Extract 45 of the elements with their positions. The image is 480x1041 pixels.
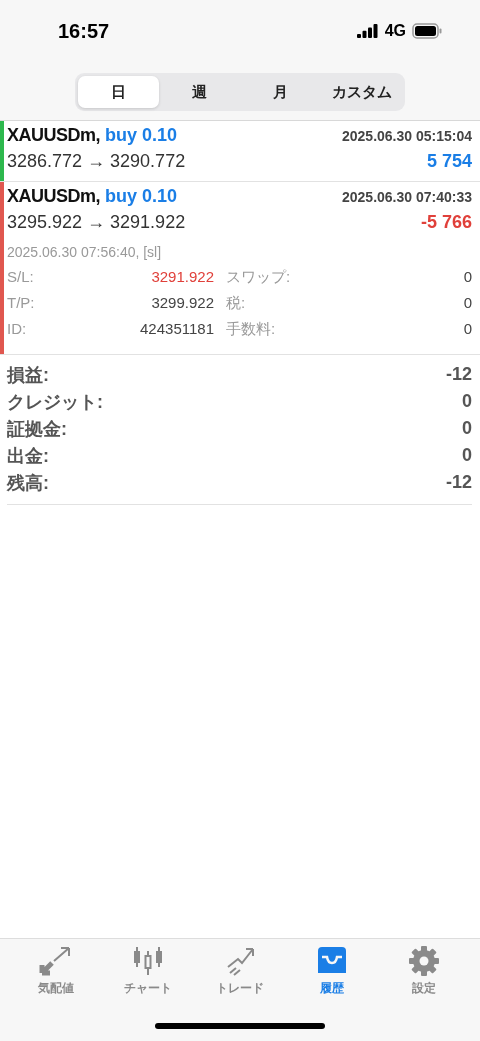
- signal-icon: [356, 24, 379, 38]
- period-tab[interactable]: カスタム: [321, 76, 402, 108]
- period-tab[interactable]: 週: [159, 76, 240, 108]
- nav-tab[interactable]: チャート: [113, 945, 183, 997]
- deal-title: XAUUSDm, buy 0.10: [7, 125, 178, 146]
- summary-label: クレジット:: [7, 390, 103, 414]
- detail-label: T/P:: [7, 294, 36, 313]
- detail-value: 3299.922: [150, 294, 214, 313]
- summary-value: -12: [446, 364, 472, 385]
- nav-tab[interactable]: 設定: [389, 945, 459, 997]
- deal-profit: -5 766: [420, 212, 472, 233]
- summary-value: 0: [462, 445, 472, 466]
- detail-label: スワップ:: [225, 268, 292, 287]
- summary-value: -12: [446, 472, 472, 493]
- period-tab[interactable]: 月: [240, 76, 321, 108]
- summary-label: 損益:: [7, 363, 49, 387]
- detail-label: 税:: [225, 294, 247, 313]
- battery-icon: [412, 23, 442, 39]
- summary-label: 証拠金:: [7, 417, 67, 441]
- deal-title: XAUUSDm, buy 0.10: [7, 186, 178, 207]
- detail-value: 0: [462, 268, 472, 287]
- detail-value: 0: [462, 294, 472, 313]
- nav-tab[interactable]: 履歴: [297, 945, 367, 997]
- detail-label: ID:: [7, 320, 28, 339]
- detail-value: 0: [462, 320, 472, 339]
- network-type: 4G: [384, 22, 406, 40]
- detail-label: 手数料:: [225, 320, 277, 339]
- detail-value: 424351181: [139, 320, 214, 339]
- deal-time: 2025.06.30 07:40:33: [342, 189, 472, 205]
- deal-prices: 3295.922 → 3291.922: [7, 212, 186, 233]
- detail-label: S/L:: [7, 268, 35, 287]
- deal-time: 2025.06.30 05:15:04: [342, 128, 472, 144]
- summary-label: 残高:: [7, 471, 49, 495]
- clock: 16:57: [58, 19, 110, 43]
- deal-prices: 3286.772 → 3290.772: [7, 151, 186, 172]
- close-info: 2025.06.30 07:56:40, [sl]: [7, 244, 163, 260]
- summary-value: 0: [462, 391, 472, 412]
- summary-value: 0: [462, 418, 472, 439]
- nav-tab[interactable]: 気配値: [21, 945, 91, 997]
- detail-value: 3291.922: [150, 268, 214, 287]
- summary-label: 出金:: [7, 444, 49, 468]
- settings-icon: [406, 945, 442, 977]
- period-tab[interactable]: 日: [78, 76, 159, 108]
- nav-tab[interactable]: トレード: [205, 945, 275, 997]
- deal-profit: 5 754: [426, 151, 472, 172]
